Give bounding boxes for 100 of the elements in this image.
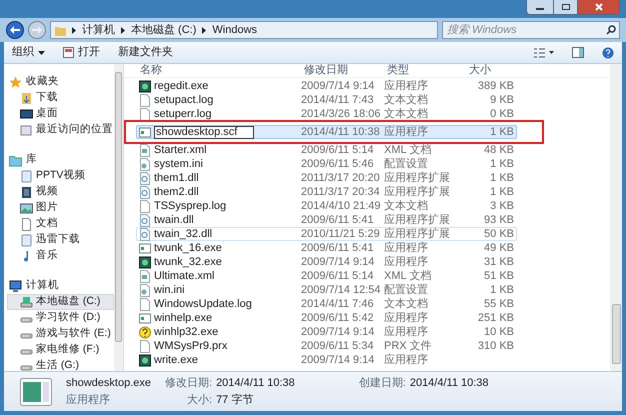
file-name: WMSysPr9.prx [154,338,228,354]
file-name: write.exe [154,352,198,367]
column-header[interactable]: 修改日期 [300,62,383,79]
address-bar[interactable]: 计算机 本地磁盘 (C:) Windows [50,21,438,39]
drive-icon [20,296,33,308]
file-name: setupact.log [154,92,214,108]
view-options-icon[interactable] [534,48,554,58]
gear-document-icon [139,186,151,198]
file-row[interactable]: WindowsUpdate.log 2014/4/11 7:46 文本文档 55 KB [136,297,517,311]
file-row[interactable]: winhelp.exe 2009/6/11 5:42 应用程序 251 KB [136,311,517,325]
file-name: winhelp.exe [154,310,212,326]
file-row[interactable]: regedit.exe 2009/7/14 9:14 应用程序 389 KB [136,79,517,93]
file-name: Ultimate.xml [154,268,215,284]
sidebar-item[interactable]: 文档 [7,216,114,232]
help-icon[interactable] [602,46,614,58]
sidebar-heading[interactable]: 计算机 [26,278,59,294]
scrollbar[interactable] [610,64,622,371]
file-name: them2.dll [154,184,199,200]
file-row[interactable]: showdesktop.scf 2014/4/11 10:38 应用程序 1 KB [136,125,517,139]
file-type: 文本文档 [384,296,429,312]
sidebar-item[interactable]: 迅雷下载 [7,232,114,248]
file-row[interactable]: setuperr.log 2014/3/26 18:06 文本文档 0 KB [136,107,517,121]
gear-document-icon [139,284,151,296]
file-row[interactable]: twunk_16.exe 2009/6/11 5:41 应用程序 49 KB [136,241,517,255]
file-size: 51 KB [483,268,514,284]
file-row[interactable]: setupact.log 2014/4/11 7:43 文本文档 9 KB [136,93,517,107]
detail-value: 2014/4/11 10:38 [216,376,295,391]
file-type: 应用程序扩展 [384,184,451,200]
file-size: 1 KB [489,170,514,186]
file-row[interactable]: Ultimate.xml 2009/6/11 5:14 XML 文档 51 KB [136,269,517,283]
sidebar-item[interactable]: 音乐 [7,248,114,264]
sidebar-item[interactable]: PPTV视频 [7,168,114,184]
sidebar-item[interactable]: 下载 [7,90,114,106]
close-icon[interactable] [577,0,619,14]
file-size: 50 KB [483,226,514,242]
program-icon [139,354,151,366]
search-icon [606,25,616,35]
file-size: 1 KB [489,184,514,200]
maximize-icon[interactable] [553,0,577,14]
file-row[interactable]: WMSysPr9.prx 2009/6/11 5:34 PRX 文件 310 KB [136,339,517,353]
file-row[interactable]: write.exe 2009/7/14 9:14 应用程序 [136,353,517,367]
breadcrumb-item[interactable]: 本地磁盘 (C:) [131,22,196,38]
file-row[interactable]: win.ini 2009/7/14 12:54 配置设置 1 KB [136,283,517,297]
caret-icon [38,50,45,54]
gear-document-icon [139,172,151,184]
modified-date: 2014/3/26 18:06 [301,106,382,122]
file-row[interactable]: them1.dll 2011/3/17 20:20 应用程序扩展 1 KB [136,171,517,185]
sidebar-item[interactable]: 图片 [7,200,114,216]
scrollbar[interactable] [114,64,123,371]
breadcrumb-item[interactable]: 计算机 [82,22,115,38]
file-row[interactable]: Starter.xml 2009/6/11 5:14 XML 文档 48 KB [136,143,517,157]
file-size: 251 KB [476,310,514,326]
file-row[interactable]: twain_32.dll 2010/11/21 5:29 应用程序扩展 50 KB [136,227,517,241]
sidebar-item[interactable]: 生活 (G:) [7,358,114,371]
sidebar-item[interactable]: 桌面 [7,106,114,122]
file-row[interactable]: TSSysprep.log 2014/4/10 21:49 文本文档 3 KB [136,199,517,213]
file-type: 应用程序 [384,254,429,270]
file-row[interactable]: them2.dll 2011/3/17 20:34 应用程序扩展 1 KB [136,185,517,199]
modified-date: 2009/7/14 9:14 [301,352,376,367]
window-icon [139,312,151,324]
toolbar-button[interactable]: 打开 [63,44,100,61]
toolbar-button[interactable]: 新建文件夹 [118,44,173,61]
file-type: 应用程序 [384,240,429,256]
sidebar-item[interactable]: 学习软件 (D:) [7,310,114,326]
file-name: regedit.exe [154,78,208,94]
sidebar-heading[interactable]: 收藏夹 [26,74,59,90]
column-header[interactable]: 大小 [465,62,517,79]
file-row[interactable]: system.ini 2009/6/11 5:46 配置设置 1 KB [136,157,517,171]
file-name: twain_32.dll [154,226,212,242]
file-row[interactable]: winhlp32.exe 2009/7/14 9:14 应用程序 10 KB [136,325,517,339]
modified-date: 2014/4/11 7:46 [301,296,375,312]
preview-pane-icon[interactable] [572,47,584,58]
toolbar-button[interactable]: 组织 [12,44,45,61]
sidebar-item[interactable]: 最近访问的位置 [7,122,114,138]
file-type: 文本文档 [384,106,429,122]
file-size: 1 KB [489,282,514,298]
file-size: 0 KB [489,106,514,122]
file-row[interactable]: twunk_32.exe 2009/7/14 9:14 应用程序 31 KB [136,255,517,269]
rename-field[interactable]: showdesktop.scf [154,126,254,138]
sidebar-item[interactable]: 家电维修 (F:) [7,342,114,358]
modified-date: 2014/4/11 7:43 [301,92,375,108]
gear-document-icon [139,228,151,240]
sidebar-item[interactable]: 本地磁盘 (C:) [7,294,114,310]
modified-date: 2009/6/11 5:42 [301,310,375,326]
sidebar-item[interactable]: 视频 [7,184,114,200]
modified-date: 2011/3/17 20:34 [301,184,381,200]
minimize-icon[interactable] [527,0,553,14]
gear-document-icon [139,214,151,226]
back-icon[interactable] [6,21,24,39]
file-size: 48 KB [483,142,514,158]
file-row[interactable]: twain.dll 2009/6/11 5:41 应用程序扩展 93 KB [136,213,517,227]
file-type: 配置设置 [384,156,429,172]
sidebar-heading[interactable]: 库 [26,152,37,168]
column-header[interactable]: 类型 [383,62,465,79]
column-header[interactable]: 名称 [124,62,300,79]
detail-label: 修改日期: [165,376,212,391]
search-field[interactable]: 搜索 Windows [442,21,620,39]
file-name: setuperr.log [154,106,212,122]
sidebar-item[interactable]: 游戏与软件 (E:) [7,326,114,342]
breadcrumb-item[interactable]: Windows [212,22,258,38]
